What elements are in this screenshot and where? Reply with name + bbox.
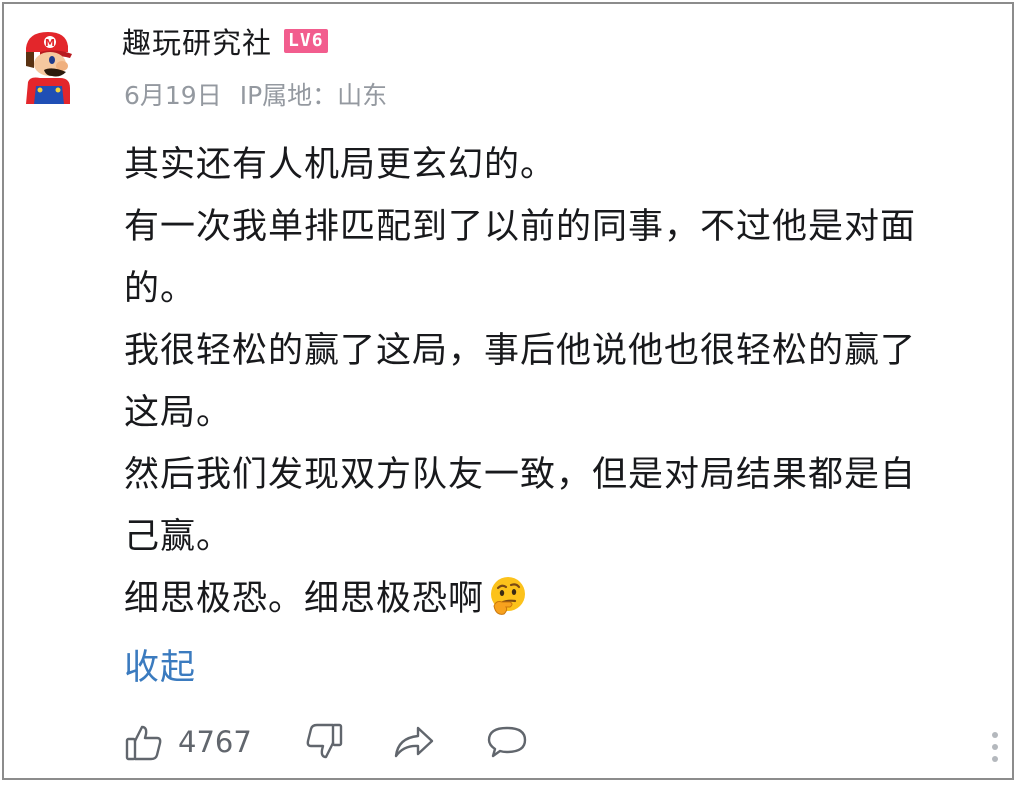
comment-line: 其实还有人机局更玄幻的。 <box>124 145 557 185</box>
more-options-button[interactable] <box>986 728 1004 768</box>
comment-line: 的。 <box>124 269 197 309</box>
comment-line: 我很轻松的赢了这局，事后他说他也很轻松的赢了 <box>124 331 917 371</box>
comment-card: M 趣玩研究社 LV6 6月19日 IP属地：山东 其实还有人机局更玄幻的。 有… <box>2 2 1014 780</box>
reply-button[interactable] <box>486 722 528 762</box>
comment-bubble-icon <box>487 726 527 758</box>
comment-line: 然后我们发现双方队友一致，但是对局结果都是自 <box>124 455 917 495</box>
comment-line: 己赢。 <box>124 517 233 557</box>
share-icon <box>394 726 434 758</box>
level-badge: LV6 <box>284 29 328 53</box>
more-vertical-icon <box>992 732 998 762</box>
mario-avatar-icon: M <box>26 32 72 104</box>
like-count: 4767 <box>178 725 252 759</box>
comment-date: 6月19日 <box>124 81 222 110</box>
svg-text:M: M <box>45 38 55 49</box>
comment-text: 其实还有人机局更玄幻的。 有一次我单排匹配到了以前的同事，不过他是对面 的。 我… <box>124 134 994 630</box>
collapse-button[interactable]: 收起 <box>124 640 196 696</box>
thumbs-up-icon <box>125 725 162 761</box>
username[interactable]: 趣玩研究社 <box>122 20 272 62</box>
comment-line: 有一次我单排匹配到了以前的同事，不过他是对面 <box>124 207 917 247</box>
dislike-button[interactable] <box>304 722 344 762</box>
share-button[interactable] <box>392 722 436 762</box>
like-button[interactable]: 4767 <box>124 722 252 762</box>
ip-location: IP属地：山东 <box>239 81 388 110</box>
thumbs-down-icon <box>306 723 343 759</box>
comment-line-last: 细思极恐。细思极恐啊 <box>124 568 994 630</box>
username-row: 趣玩研究社 LV6 <box>122 20 328 62</box>
avatar[interactable]: M <box>20 30 74 104</box>
comment-line-text: 细思极恐。细思极恐啊 <box>124 579 485 619</box>
comment-line: 这局。 <box>124 393 233 433</box>
action-bar: 4767 <box>124 722 528 762</box>
thinking-face-emoji <box>491 577 526 615</box>
comment-meta: 6月19日 IP属地：山东 <box>124 76 387 112</box>
